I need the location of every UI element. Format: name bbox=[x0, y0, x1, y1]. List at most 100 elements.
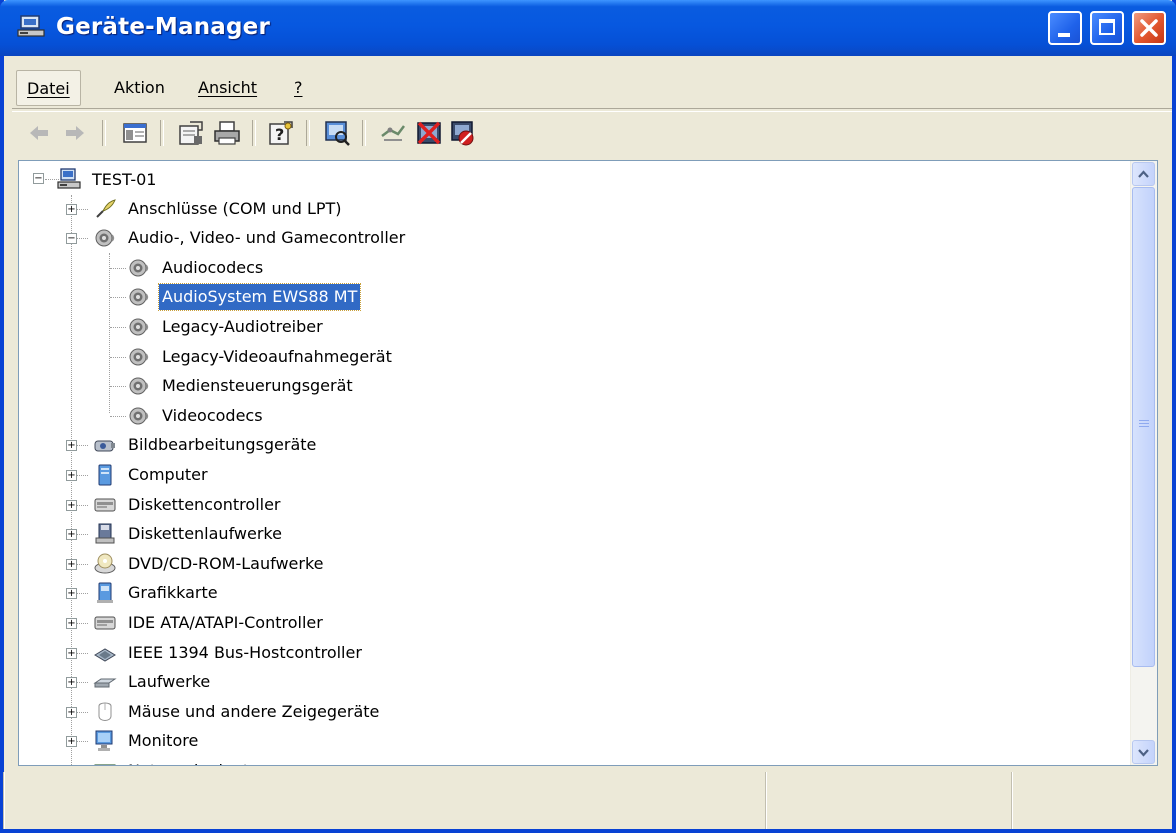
tree-node-label: IDE ATA/ATAPI-Controller bbox=[128, 612, 323, 632]
tree-connector-line bbox=[110, 297, 126, 299]
tree-node-category[interactable]: IEEE 1394 Bus-Hostcontroller bbox=[125, 640, 365, 666]
tree-connector-line bbox=[110, 415, 126, 417]
tree-expand-toggle[interactable]: + bbox=[66, 736, 77, 748]
close-button[interactable] bbox=[1132, 11, 1166, 45]
menu-ansicht[interactable]: Ansicht bbox=[188, 70, 267, 106]
update-driver-icon[interactable] bbox=[378, 118, 408, 148]
properties-icon[interactable] bbox=[176, 118, 206, 148]
tree-node-label: Monitore bbox=[128, 731, 199, 751]
tree-node-device[interactable]: Audiocodecs bbox=[159, 255, 266, 281]
firewire-icon bbox=[94, 647, 116, 662]
speaker-icon bbox=[129, 407, 149, 425]
status-bar bbox=[4, 772, 1172, 829]
tree-expand-toggle[interactable]: + bbox=[66, 588, 77, 600]
tree-node-category[interactable]: Diskettencontroller bbox=[125, 492, 284, 518]
speaker-icon bbox=[129, 348, 149, 365]
computer-icon bbox=[57, 168, 81, 189]
tree-expand-toggle[interactable]: + bbox=[66, 677, 77, 689]
speaker-icon bbox=[129, 288, 149, 306]
show-hide-console-tree-icon[interactable] bbox=[120, 118, 150, 148]
network-adapter-icon bbox=[94, 764, 116, 765]
toolbar: ? bbox=[16, 112, 1166, 156]
tree-connector-line bbox=[110, 386, 126, 388]
tree-node-category[interactable]: Grafikkarte bbox=[125, 580, 221, 606]
tree-node-device[interactable]: AudioSystem EWS88 MT bbox=[157, 283, 362, 312]
tree-node-label: Mediensteuerungsgerät bbox=[162, 376, 353, 396]
scroll-up-button[interactable] bbox=[1132, 162, 1155, 186]
tree-node-label: TEST-01 bbox=[92, 170, 157, 189]
tree-node-category[interactable]: Diskettenlaufwerke bbox=[125, 521, 285, 547]
tree-node-category[interactable]: Netzwerkadapter bbox=[125, 758, 269, 765]
tree-node-category[interactable]: Computer bbox=[125, 462, 211, 488]
floppy-icon bbox=[95, 523, 115, 544]
tree-node-category[interactable]: Audio-, Video- und Gamecontroller bbox=[125, 225, 408, 251]
mouse-icon bbox=[98, 702, 112, 721]
tree-expand-toggle[interactable]: + bbox=[66, 706, 77, 718]
tree-node-label: Diskettencontroller bbox=[128, 494, 281, 514]
drive-icon bbox=[93, 678, 117, 688]
device-tree[interactable]: − TEST-01 + Anschlüsse (COM und LPT) − Audi… bbox=[18, 160, 1158, 766]
status-pane-2 bbox=[766, 772, 1011, 829]
toolbar-separator bbox=[252, 120, 256, 146]
print-icon[interactable] bbox=[212, 118, 242, 148]
tree-node-device[interactable]: Videocodecs bbox=[159, 403, 266, 429]
device-manager-window: Geräte-Manager Datei Aktion Ansicht ? ? … bbox=[0, 0, 1176, 833]
menu-help[interactable]: ? bbox=[284, 70, 313, 106]
tree-node-device[interactable]: Legacy-Audiotreiber bbox=[159, 314, 326, 340]
minimize-button[interactable] bbox=[1048, 11, 1082, 45]
menu-datei-label: Datei bbox=[27, 79, 70, 98]
tree-expand-toggle[interactable]: + bbox=[66, 499, 77, 511]
uninstall-icon[interactable] bbox=[414, 118, 444, 148]
speaker-icon bbox=[129, 318, 149, 336]
tree-expand-toggle[interactable]: + bbox=[66, 469, 77, 481]
disable-icon[interactable] bbox=[448, 118, 478, 148]
back-arrow-icon[interactable] bbox=[24, 118, 54, 148]
scroll-down-button[interactable] bbox=[1132, 740, 1155, 764]
scroll-thumb[interactable] bbox=[1132, 187, 1155, 667]
vertical-scrollbar[interactable] bbox=[1130, 161, 1157, 765]
tree-node-label: Netzwerkadapter bbox=[125, 758, 269, 765]
tree-node-category[interactable]: Monitore bbox=[125, 728, 201, 754]
help-icon[interactable]: ? bbox=[266, 118, 296, 148]
tree-connector-line bbox=[110, 356, 126, 358]
tree-node-category[interactable]: Bildbearbeitungsgeräte bbox=[125, 432, 319, 458]
tree-collapse-toggle-root[interactable]: − bbox=[33, 173, 44, 184]
tree-expand-toggle[interactable]: + bbox=[66, 617, 77, 629]
tree-node-label: Computer bbox=[128, 464, 208, 484]
menu-datei[interactable]: Datei bbox=[16, 70, 81, 106]
toolbar-separator bbox=[102, 120, 106, 146]
tree-node-label: Anschlüsse (COM und LPT) bbox=[128, 198, 342, 218]
tree-expand-toggle[interactable]: − bbox=[66, 233, 77, 245]
tree-node-label: AudioSystem EWS88 MT bbox=[157, 283, 362, 312]
scan-hardware-icon[interactable] bbox=[322, 118, 352, 148]
maximize-button[interactable] bbox=[1090, 11, 1124, 45]
tree-expand-toggle[interactable]: + bbox=[66, 529, 77, 541]
tree-expand-toggle[interactable]: + bbox=[66, 647, 77, 659]
tree-node-device[interactable]: Mediensteuerungsgerät bbox=[159, 373, 356, 399]
tree-connector-line bbox=[110, 267, 126, 269]
menu-aktion-label: Aktion bbox=[114, 78, 165, 97]
tree-node-category[interactable]: Mäuse und andere Zeigegeräte bbox=[125, 699, 382, 725]
tree-expand-toggle[interactable]: + bbox=[66, 558, 77, 570]
port-icon bbox=[96, 198, 116, 218]
tree-node-label: Legacy-Videoaufnahmegerät bbox=[162, 346, 392, 366]
tree-node-category[interactable]: IDE ATA/ATAPI-Controller bbox=[125, 610, 326, 636]
tree-node-label: Grafikkarte bbox=[128, 583, 218, 603]
tree-expand-toggle[interactable]: + bbox=[66, 203, 77, 215]
menu-aktion[interactable]: Aktion bbox=[104, 70, 175, 106]
title-bar[interactable]: Geräte-Manager bbox=[0, 0, 1176, 56]
tree-node-category[interactable]: DVD/CD-ROM-Laufwerke bbox=[125, 551, 327, 577]
tree-node-label: IEEE 1394 Bus-Hostcontroller bbox=[128, 642, 362, 662]
controller-icon bbox=[94, 498, 116, 511]
tree-node-category[interactable]: Anschlüsse (COM und LPT) bbox=[125, 196, 345, 222]
forward-arrow-icon[interactable] bbox=[60, 118, 90, 148]
status-pane-3 bbox=[1012, 772, 1173, 829]
tree-root-node[interactable]: TEST-01 bbox=[89, 167, 159, 193]
tree-expand-toggle[interactable]: + bbox=[66, 440, 77, 452]
tree-node-label: Diskettenlaufwerke bbox=[128, 524, 282, 544]
monitor-icon bbox=[95, 730, 113, 752]
tree-connector-line bbox=[109, 253, 110, 413]
tree-node-label: Mäuse und andere Zeigegeräte bbox=[128, 701, 380, 721]
tree-node-device[interactable]: Legacy-Videoaufnahmegerät bbox=[159, 344, 395, 370]
tree-node-category[interactable]: Laufwerke bbox=[125, 669, 213, 695]
